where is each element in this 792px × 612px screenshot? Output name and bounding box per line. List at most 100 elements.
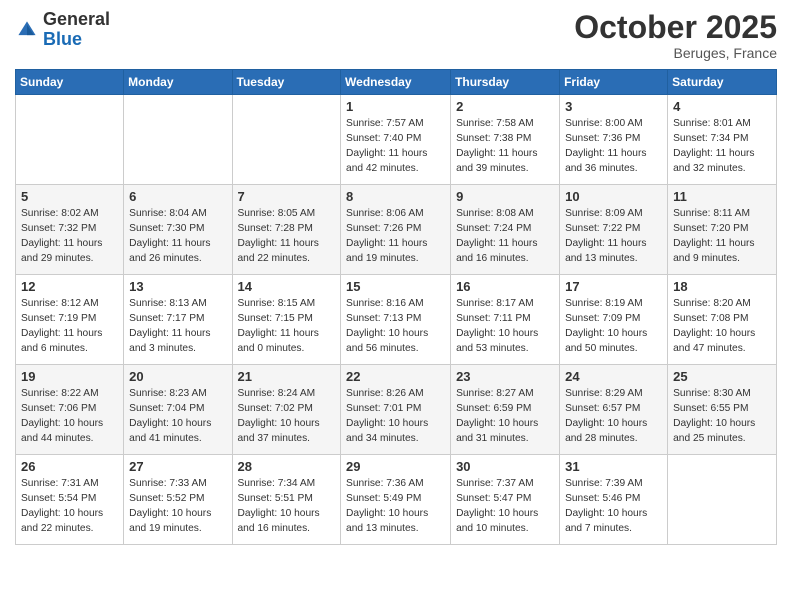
calendar-cell: 8Sunrise: 8:06 AMSunset: 7:26 PMDaylight…	[341, 185, 451, 275]
calendar-cell: 5 Sunrise: 8:02 AMSunset: 7:32 PMDaylight…	[16, 185, 124, 275]
calendar-cell: 25Sunrise: 8:30 AMSunset: 6:55 PMDayligh…	[668, 365, 777, 455]
day-number: 21	[238, 369, 336, 384]
day-number: 13	[129, 279, 226, 294]
day-info: Sunrise: 8:29 AMSunset: 6:57 PMDaylight:…	[565, 387, 662, 446]
calendar-cell	[232, 95, 341, 185]
calendar-cell: 27 Sunrise: 7:33 AMSunset: 5:52 PMDayligh…	[124, 455, 232, 545]
day-number: 10	[565, 189, 662, 204]
day-number: 26	[21, 459, 118, 474]
day-info: Sunrise: 8:00 AMSunset: 7:36 PMDaylight:…	[565, 117, 662, 176]
day-info: Sunrise: 8:01 AMSunset: 7:34 PMDaylight:…	[673, 117, 771, 176]
day-info: Sunrise: 8:05 AMSunset: 7:28 PMDaylight:…	[238, 207, 336, 266]
calendar-cell: 31 Sunrise: 7:39 AMSunset: 5:46 PMDayligh…	[560, 455, 668, 545]
calendar-cell: 18 Sunrise: 8:20 AMSunset: 7:08 PMDayligh…	[668, 275, 777, 365]
calendar-cell: 24Sunrise: 8:29 AMSunset: 6:57 PMDayligh…	[560, 365, 668, 455]
weekday-header: Wednesday	[341, 70, 451, 95]
day-number: 17	[565, 279, 662, 294]
calendar-table: SundayMondayTuesdayWednesdayThursdayFrid…	[15, 69, 777, 545]
day-info: Sunrise: 8:24 AMSunset: 7:02 PMDaylight:…	[238, 387, 336, 446]
weekday-header: Sunday	[16, 70, 124, 95]
day-number: 11	[673, 189, 771, 204]
day-info: Sunrise: 8:11 AMSunset: 7:20 PMDaylight:…	[673, 207, 771, 266]
day-number: 9	[456, 189, 554, 204]
calendar-cell: 26 Sunrise: 7:31 AMSunset: 5:54 PMDayligh…	[16, 455, 124, 545]
calendar-week-row: 5 Sunrise: 8:02 AMSunset: 7:32 PMDaylight…	[16, 185, 777, 275]
day-number: 27	[129, 459, 226, 474]
day-number: 31	[565, 459, 662, 474]
calendar-cell: 30 Sunrise: 7:37 AMSunset: 5:47 PMDayligh…	[451, 455, 560, 545]
day-info: Sunrise: 7:34 AMSunset: 5:51 PMDaylight:…	[238, 477, 336, 536]
day-number: 14	[238, 279, 336, 294]
calendar-cell: 23Sunrise: 8:27 AMSunset: 6:59 PMDayligh…	[451, 365, 560, 455]
calendar-cell: 12Sunrise: 8:12 AMSunset: 7:19 PMDayligh…	[16, 275, 124, 365]
day-number: 18	[673, 279, 771, 294]
calendar-cell: 6 Sunrise: 8:04 AMSunset: 7:30 PMDaylight…	[124, 185, 232, 275]
day-number: 19	[21, 369, 118, 384]
day-info: Sunrise: 8:16 AMSunset: 7:13 PMDaylight:…	[346, 297, 445, 356]
day-info: Sunrise: 8:26 AMSunset: 7:01 PMDaylight:…	[346, 387, 445, 446]
day-info: Sunrise: 8:09 AMSunset: 7:22 PMDaylight:…	[565, 207, 662, 266]
day-info: Sunrise: 8:20 AMSunset: 7:08 PMDaylight:…	[673, 297, 771, 356]
day-info: Sunrise: 8:04 AMSunset: 7:30 PMDaylight:…	[129, 207, 226, 266]
day-info: Sunrise: 8:02 AMSunset: 7:32 PMDaylight:…	[21, 207, 118, 266]
page-header: General Blue October 2025 Beruges, Franc…	[15, 10, 777, 61]
calendar-cell: 7 Sunrise: 8:05 AMSunset: 7:28 PMDaylight…	[232, 185, 341, 275]
day-number: 5	[21, 189, 118, 204]
calendar-week-row: 26 Sunrise: 7:31 AMSunset: 5:54 PMDayligh…	[16, 455, 777, 545]
calendar-cell: 13 Sunrise: 8:13 AMSunset: 7:17 PMDayligh…	[124, 275, 232, 365]
calendar-cell	[668, 455, 777, 545]
day-number: 1	[346, 99, 445, 114]
logo: General Blue	[15, 10, 110, 50]
calendar-cell: 16 Sunrise: 8:17 AMSunset: 7:11 PMDayligh…	[451, 275, 560, 365]
calendar-cell: 21 Sunrise: 8:24 AMSunset: 7:02 PMDayligh…	[232, 365, 341, 455]
calendar-cell: 1 Sunrise: 7:57 AMSunset: 7:40 PMDaylight…	[341, 95, 451, 185]
calendar-cell	[124, 95, 232, 185]
weekday-header: Tuesday	[232, 70, 341, 95]
day-number: 30	[456, 459, 554, 474]
day-info: Sunrise: 8:08 AMSunset: 7:24 PMDaylight:…	[456, 207, 554, 266]
calendar-cell: 17 Sunrise: 8:19 AMSunset: 7:09 PMDayligh…	[560, 275, 668, 365]
day-info: Sunrise: 8:22 AMSunset: 7:06 PMDaylight:…	[21, 387, 118, 446]
weekday-header: Saturday	[668, 70, 777, 95]
day-info: Sunrise: 7:58 AMSunset: 7:38 PMDaylight:…	[456, 117, 554, 176]
calendar-week-row: 1 Sunrise: 7:57 AMSunset: 7:40 PMDaylight…	[16, 95, 777, 185]
day-number: 6	[129, 189, 226, 204]
day-number: 22	[346, 369, 445, 384]
day-info: Sunrise: 7:33 AMSunset: 5:52 PMDaylight:…	[129, 477, 226, 536]
day-info: Sunrise: 8:30 AMSunset: 6:55 PMDaylight:…	[673, 387, 771, 446]
calendar-cell: 22 Sunrise: 8:26 AMSunset: 7:01 PMDayligh…	[341, 365, 451, 455]
day-info: Sunrise: 7:57 AMSunset: 7:40 PMDaylight:…	[346, 117, 445, 176]
day-number: 20	[129, 369, 226, 384]
calendar-cell: 10 Sunrise: 8:09 AMSunset: 7:22 PMDayligh…	[560, 185, 668, 275]
calendar-cell: 19 Sunrise: 8:22 AMSunset: 7:06 PMDayligh…	[16, 365, 124, 455]
calendar-week-row: 12Sunrise: 8:12 AMSunset: 7:19 PMDayligh…	[16, 275, 777, 365]
day-info: Sunrise: 8:19 AMSunset: 7:09 PMDaylight:…	[565, 297, 662, 356]
weekday-header-row: SundayMondayTuesdayWednesdayThursdayFrid…	[16, 70, 777, 95]
weekday-header: Monday	[124, 70, 232, 95]
calendar-cell	[16, 95, 124, 185]
day-info: Sunrise: 7:39 AMSunset: 5:46 PMDaylight:…	[565, 477, 662, 536]
calendar-cell: 28Sunrise: 7:34 AMSunset: 5:51 PMDayligh…	[232, 455, 341, 545]
day-info: Sunrise: 8:17 AMSunset: 7:11 PMDaylight:…	[456, 297, 554, 356]
calendar-cell: 2 Sunrise: 7:58 AMSunset: 7:38 PMDaylight…	[451, 95, 560, 185]
day-number: 12	[21, 279, 118, 294]
day-info: Sunrise: 7:37 AMSunset: 5:47 PMDaylight:…	[456, 477, 554, 536]
calendar-cell: 9 Sunrise: 8:08 AMSunset: 7:24 PMDaylight…	[451, 185, 560, 275]
day-info: Sunrise: 8:23 AMSunset: 7:04 PMDaylight:…	[129, 387, 226, 446]
day-number: 23	[456, 369, 554, 384]
day-number: 4	[673, 99, 771, 114]
day-number: 2	[456, 99, 554, 114]
calendar-cell: 11 Sunrise: 8:11 AMSunset: 7:20 PMDayligh…	[668, 185, 777, 275]
logo-icon	[15, 18, 39, 42]
day-number: 16	[456, 279, 554, 294]
calendar-cell: 3 Sunrise: 8:00 AMSunset: 7:36 PMDaylight…	[560, 95, 668, 185]
logo-text: General Blue	[43, 10, 110, 50]
day-info: Sunrise: 7:31 AMSunset: 5:54 PMDaylight:…	[21, 477, 118, 536]
day-number: 7	[238, 189, 336, 204]
day-info: Sunrise: 8:13 AMSunset: 7:17 PMDaylight:…	[129, 297, 226, 356]
calendar-cell: 29Sunrise: 7:36 AMSunset: 5:49 PMDayligh…	[341, 455, 451, 545]
weekday-header: Thursday	[451, 70, 560, 95]
title-block: October 2025 Beruges, France	[574, 10, 777, 61]
day-number: 15	[346, 279, 445, 294]
day-number: 3	[565, 99, 662, 114]
